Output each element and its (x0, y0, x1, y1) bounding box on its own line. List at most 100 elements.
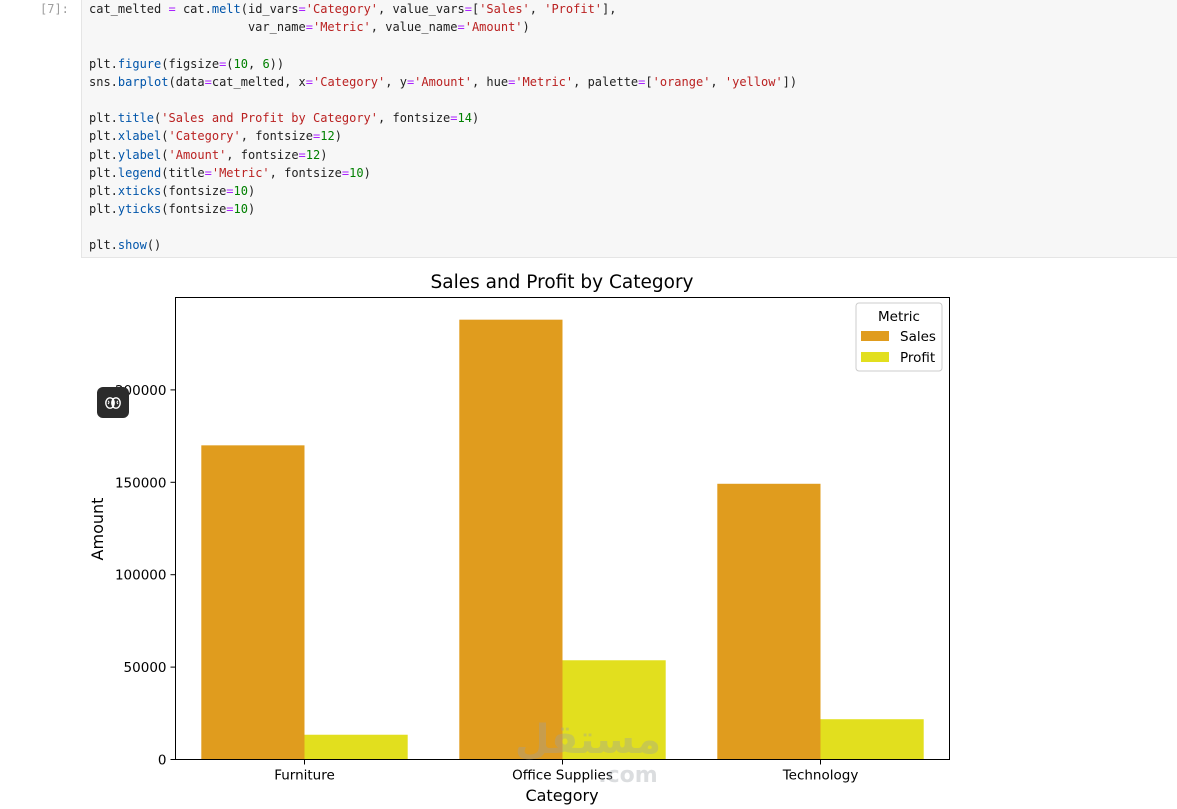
code-token: 'Metric' (211, 165, 270, 180)
code-token: , y (385, 74, 407, 89)
code-token: plt. (89, 147, 118, 162)
y-axis-label: Amount (88, 498, 107, 561)
brain-icon[interactable] (97, 387, 129, 418)
code-token: ( (161, 147, 169, 162)
code-text: cat_melted = cat.melt(id_vars='Category'… (89, 0, 797, 255)
code-token: = (298, 147, 306, 162)
code-editor[interactable]: cat_melted = cat.melt(id_vars='Category'… (81, 0, 1177, 258)
code-token: , fontsize (240, 129, 313, 144)
code-token: var_name (89, 20, 306, 35)
code-token: )) (269, 56, 285, 71)
watermark-domain: .com (598, 763, 657, 788)
code-token: , hue (471, 74, 509, 89)
bar-sales-furniture (201, 445, 305, 760)
y-tick-label: 150000 (115, 475, 167, 491)
code-token: ]) (782, 74, 798, 89)
code-line: plt.legend(title='Metric', fontsize=10) (89, 164, 797, 182)
code-token: cat_melted (89, 2, 169, 16)
x-tick-label: Technology (782, 768, 859, 784)
code-token: plt. (89, 238, 118, 253)
code-token: legend (117, 165, 162, 180)
code-token: ) (247, 183, 256, 198)
code-token: = (204, 74, 212, 89)
code-token: = (298, 2, 306, 16)
code-line: sns.barplot(data=cat_melted, x='Category… (89, 73, 797, 91)
legend-swatch-profit (861, 352, 889, 362)
code-token: cat. (175, 2, 212, 16)
code-token: = (464, 2, 472, 16)
code-line: plt.title('Sales and Profit by Category'… (89, 109, 797, 127)
code-line: plt.figure(figsize=(10, 6)) (89, 55, 797, 73)
code-token: title (117, 111, 155, 126)
y-axis: 050000100000150000200000 (115, 383, 176, 769)
code-token: , palette (573, 74, 639, 89)
code-token: plt. (89, 165, 118, 180)
code-token: ) (471, 111, 480, 126)
code-token: 'Category' (168, 129, 241, 144)
y-tick-label: 50000 (124, 660, 167, 676)
code-token: ylabel (117, 147, 162, 162)
code-token: ) (522, 20, 530, 35)
code-token: 'Amount' (464, 20, 523, 35)
legend: Metric Sales Profit (855, 302, 943, 372)
code-token: plt. (89, 56, 118, 71)
code-token: ], (602, 2, 617, 16)
chart-title: Sales and Profit by Category (430, 272, 693, 293)
code-token: 'yellow' (724, 74, 783, 89)
code-token: 'Sales and Profit by Category' (161, 111, 379, 126)
code-token: (data (168, 74, 205, 89)
code-cell[interactable]: [7]: cat_melted = cat.melt(id_vars='Cate… (0, 0, 1177, 260)
code-token: 14 (457, 111, 472, 126)
code-token: = (450, 111, 458, 126)
code-token: = (457, 20, 465, 35)
code-token: ( (226, 56, 234, 71)
code-token: 'Amount' (168, 147, 227, 162)
code-token: cat_melted, x (211, 74, 306, 89)
code-token: ) (363, 165, 371, 180)
legend-label-profit: Profit (900, 350, 935, 366)
code-token: (title (161, 165, 205, 180)
code-token: = (168, 2, 176, 16)
bar-chart: Sales and Profit by Category 0 50000 10000… (88, 272, 950, 805)
code-token: ) (320, 147, 328, 162)
brain-glyph (105, 396, 121, 409)
code-token: = (226, 202, 234, 217)
code-token: (figsize (161, 56, 220, 71)
code-token: 10 (233, 183, 248, 198)
code-token: 'Sales' (479, 2, 530, 16)
code-line: var_name='Metric', value_name='Amount') (89, 18, 797, 36)
code-token: 10 (233, 202, 248, 217)
plot-output: Sales and Profit by Category 0 50000 10000… (0, 260, 1177, 805)
code-line: plt.xlabel('Category', fontsize=12) (89, 127, 797, 145)
code-token: plt. (89, 202, 118, 217)
code-token: , fontsize (378, 111, 451, 126)
code-token: , fontsize (269, 165, 342, 180)
code-token: 'Category' (313, 74, 386, 89)
code-token: , (710, 74, 725, 89)
code-line: cat_melted = cat.melt(id_vars='Category'… (89, 0, 797, 18)
code-line: plt.xticks(fontsize=10) (89, 182, 797, 200)
code-token: plt. (89, 129, 118, 144)
bars-group (201, 319, 924, 760)
code-token: = (204, 165, 212, 180)
code-token: ) (247, 202, 256, 217)
code-token: xlabel (117, 129, 162, 144)
code-token: , value_vars (378, 2, 465, 16)
code-token: , (247, 56, 263, 71)
code-token: 10 (233, 56, 248, 71)
bar-profit-furniture (304, 734, 408, 760)
code-token: show (117, 238, 147, 253)
code-token: (id_vars (240, 2, 299, 16)
legend-swatch-sales (861, 331, 889, 341)
code-token: xticks (117, 183, 162, 198)
code-token: 6 (262, 56, 270, 71)
code-token: = (226, 183, 234, 198)
code-token: 'Metric' (515, 74, 574, 89)
y-tick-label: 100000 (115, 568, 167, 584)
x-axis-label: Category (525, 786, 598, 805)
code-token: 'orange' (652, 74, 711, 89)
code-token: [ (645, 74, 653, 89)
